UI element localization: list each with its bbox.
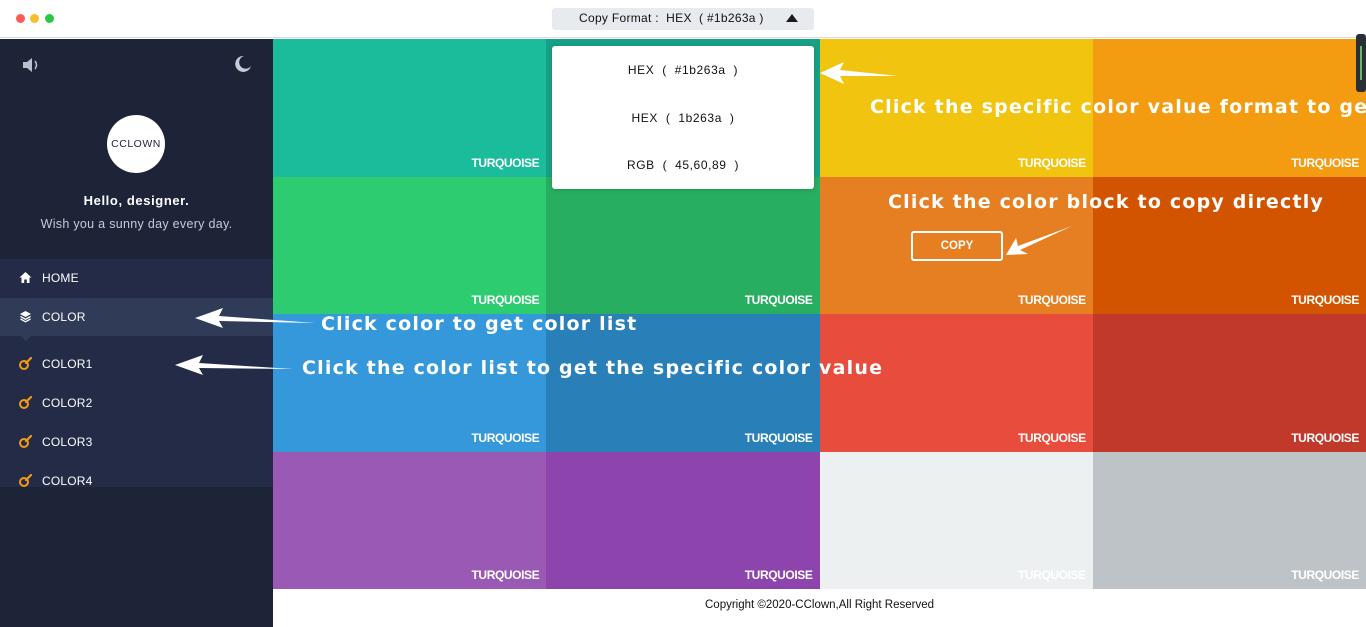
color-block[interactable]: TURQUOISE	[1092, 314, 1366, 452]
color-block[interactable]: TURQUOISE	[819, 451, 1093, 589]
speaker-icon[interactable]	[21, 56, 41, 74]
color-block[interactable]: TURQUOISE	[546, 176, 820, 314]
arrow-icon	[195, 308, 315, 328]
color-block-name: TURQUOISE	[1291, 430, 1359, 445]
sidebar-item-home[interactable]: HOME	[0, 259, 273, 297]
sidebar-item-label: HOME	[42, 271, 79, 285]
annotation-block: Click the color block to copy directly	[888, 191, 1325, 213]
color-block[interactable]: TURQUOISE	[273, 176, 547, 314]
format-option-hex-plain[interactable]: HEX ( 1b263a )	[552, 111, 814, 125]
palette-icon	[19, 396, 32, 409]
home-icon	[19, 272, 32, 283]
palette-icon	[19, 435, 32, 448]
color-block-name: TURQUOISE	[744, 568, 813, 582]
color-block-name: TURQUOISE	[1291, 293, 1359, 307]
sidebar-item-label: COLOR3	[42, 435, 93, 449]
copy-format-label: Copy Format : HEX ( #1b263a )	[579, 11, 764, 25]
scrollbar-thumb[interactable]	[1356, 34, 1366, 92]
wish-text: Wish you a sunny day every day.	[40, 217, 233, 231]
color-block-name: TURQUOISE	[744, 293, 813, 307]
color-block-name: TURQUOISE	[744, 430, 813, 445]
color-block[interactable]: TURQUOISE	[819, 314, 1093, 452]
format-dropdown: HEX ( #1b263a ) HEX ( 1b263a ) RGB ( 45,…	[552, 46, 814, 189]
copyright-text: Copyright ©2020-CClown,All Right Reserve…	[705, 599, 934, 611]
palette-icon	[19, 357, 32, 370]
minimize-window-button[interactable]	[30, 14, 39, 23]
avatar: CCLOWN	[107, 115, 165, 173]
color-block-name: TURQUOISE	[1018, 430, 1086, 445]
color-block[interactable]: TURQUOISE	[546, 451, 820, 589]
format-option-rgb[interactable]: RGB ( 45,60,89 )	[552, 158, 814, 172]
color-block[interactable]: TURQUOISE	[273, 451, 547, 589]
annotation-color: Click color to get color list	[321, 313, 638, 335]
color-block[interactable]: TURQUOISE	[1092, 451, 1366, 589]
sidebar-item-color3[interactable]: COLOR3	[0, 423, 273, 461]
caret-up-icon	[786, 14, 798, 22]
color-block-name: TURQUOISE	[1018, 568, 1086, 582]
color-block-name: TURQUOISE	[1291, 155, 1359, 170]
sidebar-item-label: COLOR1	[42, 357, 93, 371]
sidebar-item-label: COLOR	[42, 310, 86, 324]
annotation-list: Click the color list to get the specific…	[302, 357, 884, 379]
arrow-icon	[820, 62, 898, 84]
color-block-name: TURQUOISE	[471, 293, 540, 307]
color-block[interactable]: TURQUOISE	[273, 39, 547, 177]
sidebar: CCLOWN Hello, designer. Wish you a sunny…	[0, 39, 273, 627]
copy-format-select[interactable]: Copy Format : HEX ( #1b263a )	[552, 8, 814, 30]
palette-icon	[19, 474, 32, 487]
layers-icon	[20, 311, 31, 323]
format-option-hex-hash[interactable]: HEX ( #1b263a )	[552, 63, 814, 77]
sidebar-item-label: COLOR4	[42, 474, 93, 487]
active-notch	[21, 336, 31, 341]
footer: Copyright ©2020-CClown,All Right Reserve…	[273, 589, 1366, 627]
copy-button[interactable]: COPY	[911, 231, 1003, 261]
sidebar-item-color4[interactable]: COLOR4	[0, 462, 273, 487]
annotation-format: Click the specific color value format to…	[870, 96, 1366, 118]
maximize-window-button[interactable]	[45, 14, 54, 23]
arrow-icon	[1006, 226, 1072, 255]
sidebar-item-color2[interactable]: COLOR2	[0, 384, 273, 422]
close-window-button[interactable]	[16, 14, 25, 23]
color-block-name: TURQUOISE	[471, 430, 540, 445]
color-block-name: TURQUOISE	[471, 155, 540, 170]
color-block-name: TURQUOISE	[1018, 155, 1086, 170]
sidebar-item-label: COLOR2	[42, 396, 93, 410]
arrow-icon	[175, 355, 293, 375]
color-block-name: TURQUOISE	[1291, 568, 1359, 582]
greeting-text: Hello, designer.	[83, 193, 190, 208]
color-block-name: TURQUOISE	[471, 568, 540, 582]
window-titlebar: Copy Format : HEX ( #1b263a )	[0, 0, 1366, 38]
color-block-name: TURQUOISE	[1018, 293, 1086, 307]
moon-icon[interactable]	[232, 54, 252, 74]
